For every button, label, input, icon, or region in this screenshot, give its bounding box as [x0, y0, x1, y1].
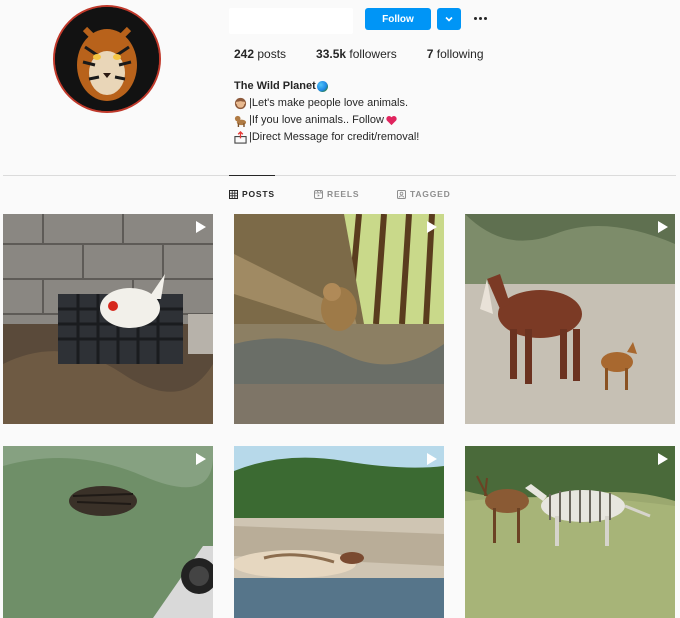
profile-tabs: POSTS REELS TAGGED [0, 175, 680, 212]
globe-icon [316, 81, 328, 92]
post-thumbnail-animal-on-shore[interactable] [234, 446, 444, 618]
bio-line-text: |Let's make people love animals. [249, 97, 409, 109]
followers-count: 33.5k [316, 47, 350, 61]
post-image [3, 446, 213, 618]
tiger-avatar-image [55, 7, 159, 111]
suggested-accounts-button[interactable] [437, 8, 461, 30]
post-thumbnail-antelope-and-zebra[interactable] [465, 446, 675, 618]
posts-stat: 242 posts [234, 47, 286, 61]
post-thumbnail-hen-in-crate[interactable] [3, 214, 213, 424]
post-image [234, 214, 444, 424]
profile-name: The Wild Planet [234, 80, 316, 92]
more-options-icon[interactable] [471, 11, 489, 25]
tab-tagged[interactable]: TAGGED [397, 176, 451, 212]
tab-label: REELS [327, 189, 360, 199]
profile-stats: 242 posts 33.5k followers 7 following [234, 47, 514, 61]
bio-line: |If you love animals.. Follow [234, 112, 419, 129]
post-image [234, 446, 444, 618]
grid-icon [229, 189, 238, 199]
following-stat[interactable]: 7 following [427, 47, 484, 61]
reel-indicator-icon [658, 221, 668, 233]
bio-name-row: The Wild Planet [234, 78, 419, 95]
tab-label: TAGGED [410, 189, 451, 199]
see-no-evil-monkey-icon [234, 97, 247, 110]
username-box [229, 8, 353, 34]
follow-button[interactable]: Follow [365, 8, 431, 30]
tab-reels[interactable]: REELS [314, 176, 359, 212]
post-image [3, 214, 213, 424]
post-thumbnail-horse-and-goat[interactable] [465, 214, 675, 424]
profile-avatar[interactable] [53, 5, 161, 113]
tab-posts[interactable]: POSTS [229, 175, 275, 212]
followers-label: followers [349, 47, 397, 61]
bio-line: |Let's make people love animals. [234, 95, 419, 112]
post-thumbnail-monkey-stream[interactable] [234, 214, 444, 424]
post-image [465, 446, 675, 618]
outbox-tray-icon [234, 131, 247, 144]
posts-label: posts [257, 47, 287, 61]
reels-icon [314, 189, 323, 199]
tagged-icon [397, 189, 406, 199]
reel-indicator-icon [196, 221, 206, 233]
bio-line: |Direct Message for credit/removal! [234, 129, 419, 146]
reel-indicator-icon [196, 453, 206, 465]
reel-indicator-icon [427, 453, 437, 465]
reel-indicator-icon [658, 453, 668, 465]
bio-line-text: |Direct Message for credit/removal! [249, 131, 420, 143]
following-label: following [436, 47, 484, 61]
post-thumbnail-hedgehog-swimming[interactable] [3, 446, 213, 618]
following-count: 7 [426, 47, 437, 61]
chevron-down-icon [445, 16, 453, 22]
dog-icon [234, 115, 247, 127]
reel-indicator-icon [427, 221, 437, 233]
profile-bio: The Wild Planet |Let's make people love … [234, 78, 419, 146]
post-image [465, 214, 675, 424]
followers-stat[interactable]: 33.5k followers [316, 47, 397, 61]
heart-icon [386, 116, 397, 126]
posts-count: 242 [234, 47, 258, 61]
bio-line-text: |If you love animals.. Follow [249, 114, 384, 126]
tab-label: POSTS [242, 189, 275, 199]
